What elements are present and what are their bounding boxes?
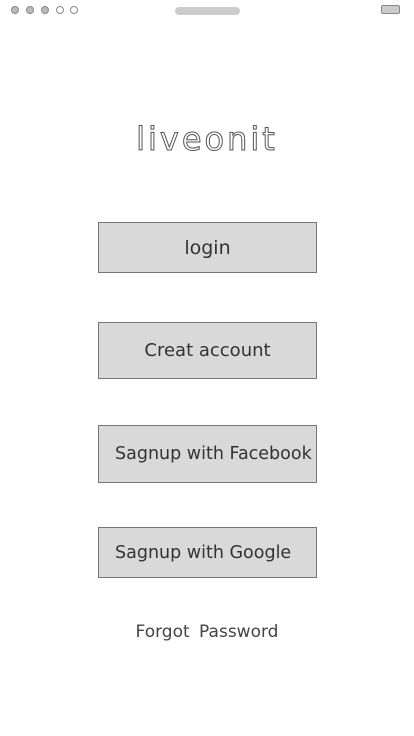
signal-dot-icon: [41, 6, 49, 14]
signup-google-button[interactable]: Sagnup with Google: [98, 527, 317, 578]
signup-facebook-button[interactable]: Sagnup with Facebook: [98, 425, 317, 483]
signal-dot-icon: [26, 6, 34, 14]
app-logo: liveonit: [136, 120, 278, 159]
speaker-notch-icon: [175, 7, 240, 15]
status-bar: [0, 0, 414, 24]
signal-dot-icon: [56, 6, 64, 14]
create-account-button[interactable]: Creat account: [98, 322, 317, 379]
login-button[interactable]: login: [98, 222, 317, 273]
signal-dot-icon: [11, 6, 19, 14]
battery-icon: [381, 5, 400, 14]
signal-dot-icon: [70, 6, 78, 14]
forgot-password-link[interactable]: Forgot Password: [0, 622, 414, 642]
